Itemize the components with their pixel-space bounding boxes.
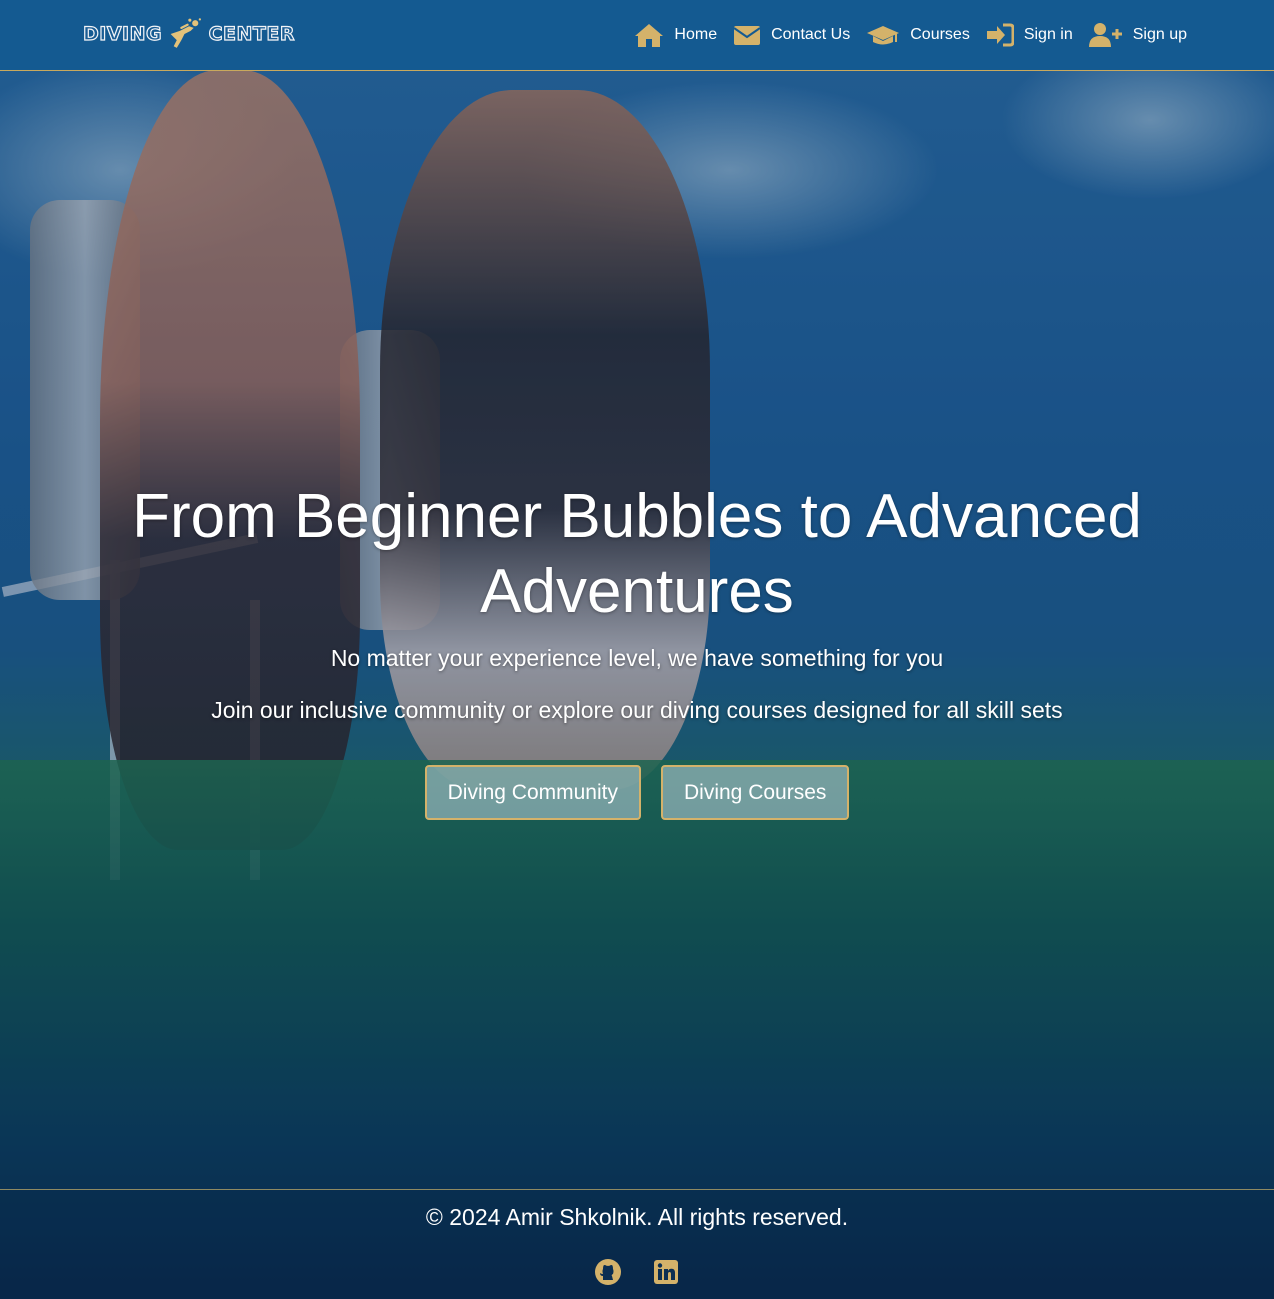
user-plus-icon: [1088, 23, 1122, 47]
github-icon[interactable]: [594, 1258, 622, 1286]
nav-contact-us-label: Contact Us: [771, 26, 851, 43]
hero-description: Join our inclusive community or explore …: [211, 697, 1063, 723]
linkedin-icon[interactable]: [652, 1258, 680, 1286]
site-logo[interactable]: DIVING CENTER: [82, 12, 295, 56]
copyright-text: © 2024 Amir Shkolnik. All rights reserve…: [425, 1204, 849, 1230]
envelope-icon: [733, 26, 761, 45]
social-links: [0, 1258, 1274, 1286]
nav-sign-up[interactable]: Sign up: [1088, 22, 1187, 48]
nav-contact-us[interactable]: Contact Us: [733, 24, 850, 46]
logo-text-left: DIVING: [82, 22, 163, 45]
nav-sign-up-label: Sign up: [1132, 26, 1187, 43]
logo-text-right: CENTER: [208, 22, 295, 45]
nav-courses-label: Courses: [910, 26, 970, 43]
hero-title: From Beginner Bubbles to Advanced Advent…: [132, 482, 1142, 626]
nav-sign-in[interactable]: Sign in: [986, 23, 1073, 47]
diving-courses-button[interactable]: Diving Courses: [661, 765, 850, 820]
home-icon: [635, 24, 664, 47]
nav-courses[interactable]: Courses: [866, 23, 970, 47]
nav-links: Home Contact Us Courses Sign in Sign up: [634, 0, 1187, 70]
hero-section: From Beginner Bubbles to Advanced Advent…: [0, 71, 1274, 1189]
top-navbar: DIVING CENTER Home Contact Us Courses Si…: [0, 0, 1274, 71]
scuba-diver-icon: [170, 18, 202, 48]
hero-buttons: Diving Community Diving Courses: [0, 765, 1274, 820]
nav-home[interactable]: Home: [634, 22, 717, 48]
sign-in-icon: [986, 23, 1014, 47]
hero-subtitle: No matter your experience level, we have…: [330, 645, 944, 671]
footer: © 2024 Amir Shkolnik. All rights reserve…: [0, 1189, 1274, 1299]
nav-home-label: Home: [674, 26, 718, 43]
nav-sign-in-label: Sign in: [1023, 26, 1073, 43]
diving-community-button[interactable]: Diving Community: [424, 765, 641, 820]
graduation-cap-icon: [867, 26, 900, 45]
